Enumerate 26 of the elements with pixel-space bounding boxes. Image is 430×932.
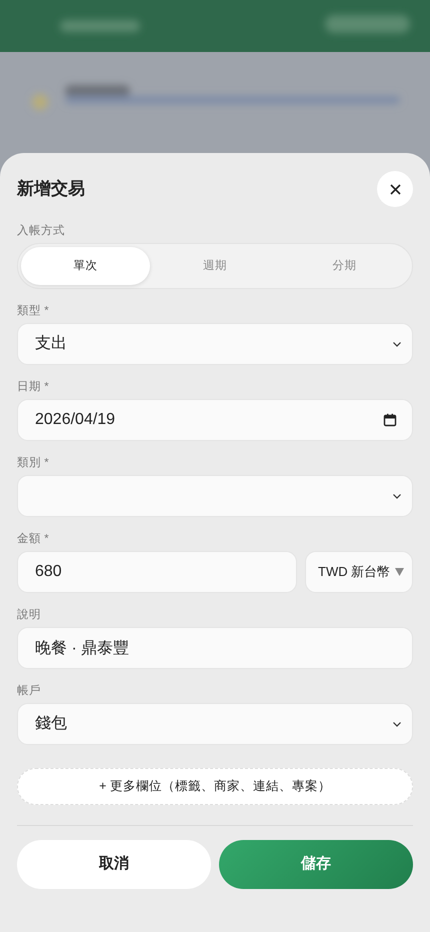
date-field[interactable]: 2026/04/19 bbox=[17, 399, 413, 441]
field-label: 類別 * bbox=[17, 456, 50, 471]
chevron-down-icon bbox=[392, 339, 402, 349]
field-label: 入帳方式 bbox=[17, 223, 66, 239]
currency-select[interactable]: TWD 新台幣 bbox=[305, 551, 413, 593]
field-label: 帳戶 bbox=[17, 684, 42, 699]
text-field[interactable]: 晚餐 · 鼎泰豐 bbox=[17, 627, 413, 669]
more-fields-button[interactable]: + 更多欄位（標籤、商家、連結、專案） bbox=[17, 768, 413, 805]
save-button[interactable]: 儲存 bbox=[219, 840, 413, 889]
calendar-icon[interactable] bbox=[383, 413, 397, 427]
field-label: 類型 * bbox=[17, 304, 50, 319]
select-field[interactable] bbox=[17, 475, 413, 517]
field-label: 說明 bbox=[17, 608, 42, 623]
chevron-down-icon bbox=[392, 719, 402, 729]
field-label: 日期 * bbox=[17, 380, 50, 395]
cancel-button[interactable]: 取消 bbox=[17, 840, 211, 889]
segment-tab[interactable]: 單次 bbox=[21, 247, 150, 285]
amount-field[interactable]: 680 bbox=[17, 551, 297, 593]
chevron-down-icon bbox=[392, 491, 402, 501]
sheet-title: 新增交易 bbox=[17, 178, 85, 200]
select-field[interactable]: 錢包 bbox=[17, 703, 413, 745]
close-button[interactable] bbox=[377, 171, 413, 207]
close-icon bbox=[390, 184, 400, 194]
caret-icon bbox=[395, 568, 404, 576]
select-field[interactable]: 支出 bbox=[17, 323, 413, 365]
field-label: 金額 * bbox=[17, 532, 50, 547]
